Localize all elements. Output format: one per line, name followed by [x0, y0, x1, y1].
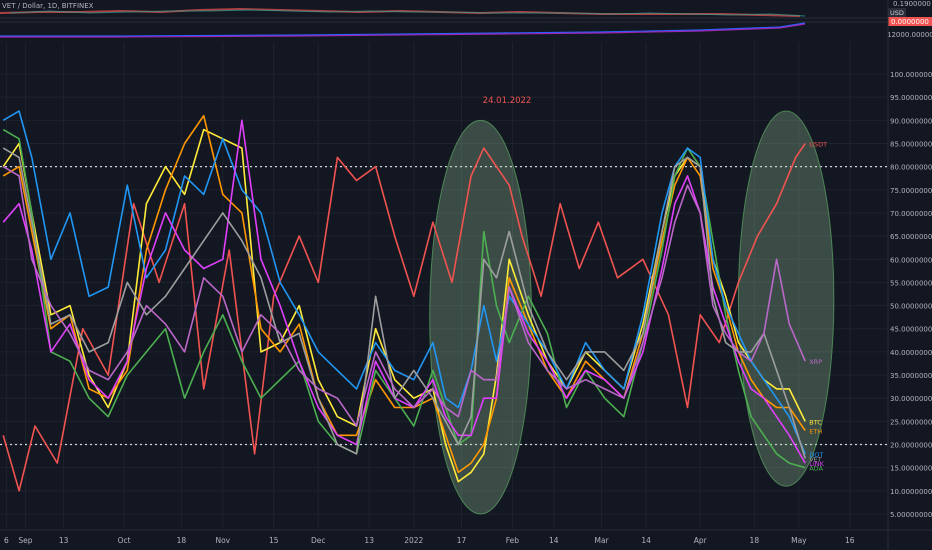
- x-tick-label: 16: [845, 536, 855, 545]
- top-price-panel: [0, 0, 888, 40]
- y-tick-label: 20.00000000: [890, 442, 932, 450]
- y-tick-label: 10.00000000: [890, 488, 932, 496]
- y-tick-label: 75.00000000: [890, 187, 932, 195]
- y-tick-label: 45.00000000: [890, 326, 932, 334]
- y-tick-label: 65.00000000: [890, 233, 932, 241]
- x-tick-label: 14: [549, 536, 559, 545]
- x-tick-label: Oct: [118, 536, 131, 545]
- series-end-label-vet: VET: [809, 455, 822, 463]
- y-tick-label: 25.00000000: [890, 418, 932, 426]
- series-end-label-btc: BTC: [809, 418, 822, 426]
- x-tick-label: Sep: [18, 536, 32, 545]
- x-tick-label: 6: [4, 536, 9, 545]
- series-end-label-usdt: USDT: [809, 140, 827, 148]
- y-tick-label: 60.00000000: [890, 256, 932, 264]
- y-tick-label: 100.00000000: [890, 71, 932, 79]
- highlight-ellipse-1: [429, 119, 533, 515]
- y-tick-label: 40.00000000: [890, 349, 932, 357]
- x-tick-label: 2022: [404, 536, 423, 545]
- y-tick-label: 35.00000000: [890, 372, 932, 380]
- indicator-axis-label-top: 12000.0000000: [887, 31, 932, 39]
- x-tick-label: 13: [364, 536, 374, 545]
- y-tick-label: 80.00000000: [890, 164, 932, 172]
- x-tick-label: Nov: [215, 536, 230, 545]
- y-tick-label: 55.00000000: [890, 279, 932, 287]
- y-tick-label: 50.00000000: [890, 303, 932, 311]
- y-tick-label: 30.00000000: [890, 395, 932, 403]
- x-tick-label: 18: [177, 536, 187, 545]
- top-price-axis-label-top: 0.1900000: [893, 0, 931, 8]
- x-tick-label: Apr: [694, 536, 708, 545]
- x-tick-label: 18: [750, 536, 760, 545]
- series-end-label-xrp: XRP: [809, 358, 822, 366]
- rsi-comparison-chart[interactable]: VET / Dollar, 1D, BITFINEX 0.1900000 USD…: [0, 0, 932, 550]
- y-tick-label: 70.00000000: [890, 210, 932, 218]
- usd-unit-label: USD: [890, 9, 904, 17]
- x-tick-label: May: [791, 536, 807, 545]
- date-annotation: 24.01.2022: [483, 96, 532, 106]
- y-tick-label: 90.00000000: [890, 117, 932, 125]
- x-tick-label: Feb: [506, 536, 520, 545]
- x-tick-label: 14: [641, 536, 651, 545]
- x-tick-label: Mar: [594, 536, 609, 545]
- y-tick-label: 15.00000000: [890, 465, 932, 473]
- x-tick-label: Dec: [311, 536, 326, 545]
- x-tick-label: 17: [457, 536, 467, 545]
- y-tick-label: 95.00000000: [890, 94, 932, 102]
- y-tick-label: 85.00000000: [890, 140, 932, 148]
- x-tick-label: 13: [59, 536, 69, 545]
- symbol-header: VET / Dollar, 1D, BITFINEX: [2, 2, 94, 10]
- top-price-axis-label-bottom: 0.0000000: [891, 18, 929, 26]
- series-end-label-eth: ETH: [809, 428, 822, 436]
- x-tick-label: 15: [269, 536, 279, 545]
- y-tick-label: 5.00000000: [890, 511, 932, 519]
- top-price-axis: 0.1900000 USD 0.0000000 12000.0000000: [887, 0, 932, 39]
